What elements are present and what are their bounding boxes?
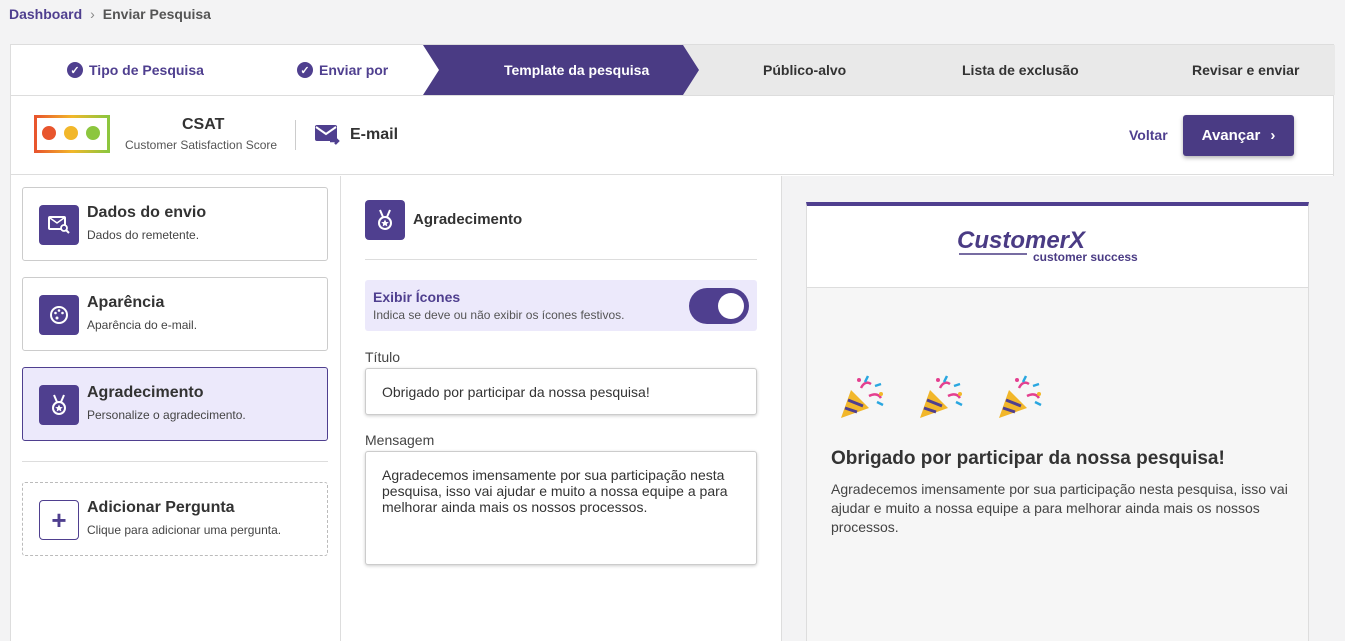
medal-icon (365, 200, 405, 240)
toggle-knob (718, 293, 744, 319)
sidebar-item-subtitle: Dados do remetente. (87, 228, 200, 242)
email-preview-area: CustomerX customer success Obrigado por … (782, 176, 1335, 641)
breadcrumb-separator: › (90, 6, 95, 22)
palette-icon (39, 295, 79, 335)
sidebar-item-aparencia[interactable]: Aparência Aparência do e-mail. (22, 277, 328, 351)
step-tipo-de-pesquisa[interactable]: ✓ Tipo de Pesquisa (67, 45, 204, 95)
preview-title: Obrigado por participar da nossa pesquis… (831, 448, 1225, 469)
step-publico-alvo[interactable]: Público-alvo (763, 45, 846, 95)
sections-sidebar: Dados do envio Dados do remetente. Aparê… (11, 176, 341, 641)
next-button-label: Avançar (1201, 127, 1261, 144)
preview-message: Agradecemos imensamente por sua particip… (831, 481, 1288, 535)
add-question-subtitle: Clique para adicionar uma pergunta. (87, 523, 282, 537)
happy-face-icon (86, 126, 100, 140)
survey-header: CSAT Customer Satisfaction Score E-mail … (11, 96, 1333, 175)
step-template-da-pesquisa[interactable]: Template da pesquisa (504, 45, 649, 95)
preview-body: Obrigado por participar da nossa pesquis… (807, 288, 1308, 641)
step-lista-de-exclusao[interactable]: Lista de exclusão (962, 45, 1079, 95)
sidebar-item-dados-do-envio[interactable]: Dados do envio Dados do remetente. (22, 187, 328, 261)
title-field[interactable] (365, 368, 757, 415)
sidebar-item-subtitle: Personalize o agradecimento. (87, 408, 246, 422)
chevron-right-icon: › (1270, 127, 1276, 144)
title-field-label: Título (365, 349, 401, 365)
check-circle-icon: ✓ (67, 62, 83, 78)
sad-face-icon (42, 126, 56, 140)
party-popper-icon (920, 375, 963, 418)
add-question-title: Adicionar Pergunta (87, 499, 235, 516)
plus-icon: + (39, 500, 79, 540)
header-divider (295, 120, 296, 150)
add-question-button[interactable]: + Adicionar Pergunta Clique para adicion… (22, 482, 328, 556)
email-preview: CustomerX customer success Obrigado por … (806, 202, 1309, 641)
step-label: Revisar e enviar (1192, 62, 1300, 78)
back-button[interactable]: Voltar (1129, 127, 1168, 143)
step-label: Lista de exclusão (962, 62, 1079, 78)
channel-label: E-mail (350, 126, 399, 143)
step-label: Tipo de Pesquisa (89, 62, 204, 78)
editor-panel: Agradecimento Exibir Ícones Indica se de… (341, 176, 782, 641)
wizard-panel: ✓ Tipo de Pesquisa ✓ Enviar por Template… (10, 44, 1335, 641)
party-popper-icon (841, 375, 884, 418)
sidebar-item-subtitle: Aparência do e-mail. (87, 318, 198, 332)
email-send-icon (315, 125, 340, 145)
show-icons-toggle[interactable] (689, 288, 749, 324)
breadcrumb-dashboard-link[interactable]: Dashboard (9, 6, 82, 22)
step-enviar-por[interactable]: ✓ Enviar por (297, 45, 388, 95)
message-field[interactable]: Agradecemos imensamente por sua particip… (365, 451, 757, 565)
csat-logo-icon (34, 115, 110, 153)
mail-search-icon (39, 205, 79, 245)
preview-header: CustomerX customer success (807, 206, 1308, 288)
stepper: ✓ Tipo de Pesquisa ✓ Enviar por Template… (11, 45, 1335, 96)
editor-divider (365, 259, 757, 260)
show-icons-setting: Exibir Ícones Indica se deve ou não exib… (365, 280, 757, 331)
breadcrumb-current: Enviar Pesquisa (102, 6, 211, 22)
step-label: Enviar por (319, 62, 389, 78)
customerx-logo: CustomerX customer success (957, 227, 1138, 264)
survey-type-description: Customer Satisfaction Score (125, 138, 278, 152)
svg-text:customer success: customer success (1033, 250, 1138, 264)
next-button[interactable]: Avançar › (1183, 115, 1294, 156)
step-label: Template da pesquisa (504, 62, 650, 78)
show-icons-description: Indica se deve ou não exibir os ícones f… (373, 308, 625, 322)
show-icons-label: Exibir Ícones (373, 289, 461, 305)
message-field-label: Mensagem (365, 432, 435, 448)
sidebar-item-title: Dados do envio (87, 204, 207, 221)
neutral-face-icon (64, 126, 78, 140)
breadcrumb: Dashboard › Enviar Pesquisa (9, 6, 211, 22)
survey-type-title: CSAT (182, 116, 225, 133)
sidebar-item-title: Aparência (87, 294, 165, 311)
editor-title: Agradecimento (413, 211, 523, 228)
check-circle-icon: ✓ (297, 62, 313, 78)
step-revisar-e-enviar[interactable]: Revisar e enviar (1192, 45, 1299, 95)
step-label: Público-alvo (763, 62, 847, 78)
sidebar-divider (22, 461, 328, 462)
sidebar-item-agradecimento[interactable]: Agradecimento Personalize o agradeciment… (22, 367, 328, 441)
sidebar-item-title: Agradecimento (87, 384, 204, 401)
medal-icon (39, 385, 79, 425)
party-popper-icon (999, 375, 1042, 418)
